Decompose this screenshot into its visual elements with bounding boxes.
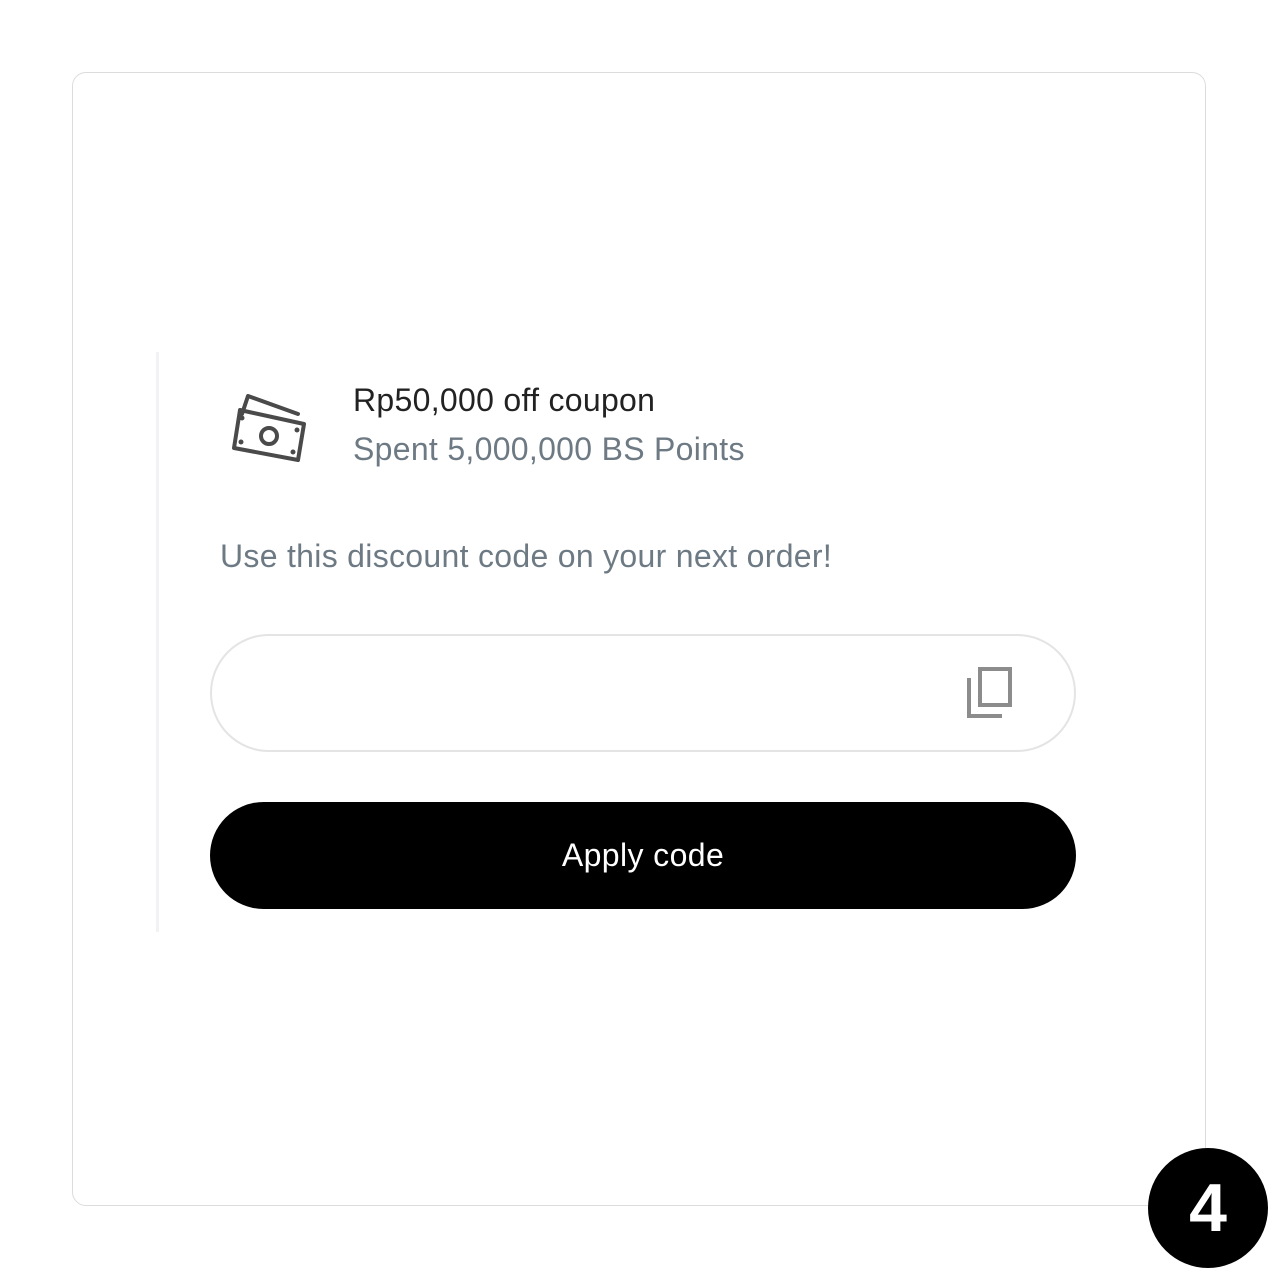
apply-code-button[interactable]: Apply code xyxy=(210,802,1076,909)
discount-code-field[interactable] xyxy=(210,634,1076,752)
coupon-title: Rp50,000 off coupon xyxy=(353,382,656,418)
copy-icon[interactable] xyxy=(964,666,1018,722)
step-number-badge: 4 xyxy=(1148,1148,1268,1268)
money-bills-icon xyxy=(232,394,306,464)
coupon-points-spent: Spent 5,000,000 BS Points xyxy=(353,431,745,467)
discount-instruction: Use this discount code on your next orde… xyxy=(220,538,833,574)
page: Rp50,000 off coupon Spent 5,000,000 BS P… xyxy=(0,0,1280,1280)
